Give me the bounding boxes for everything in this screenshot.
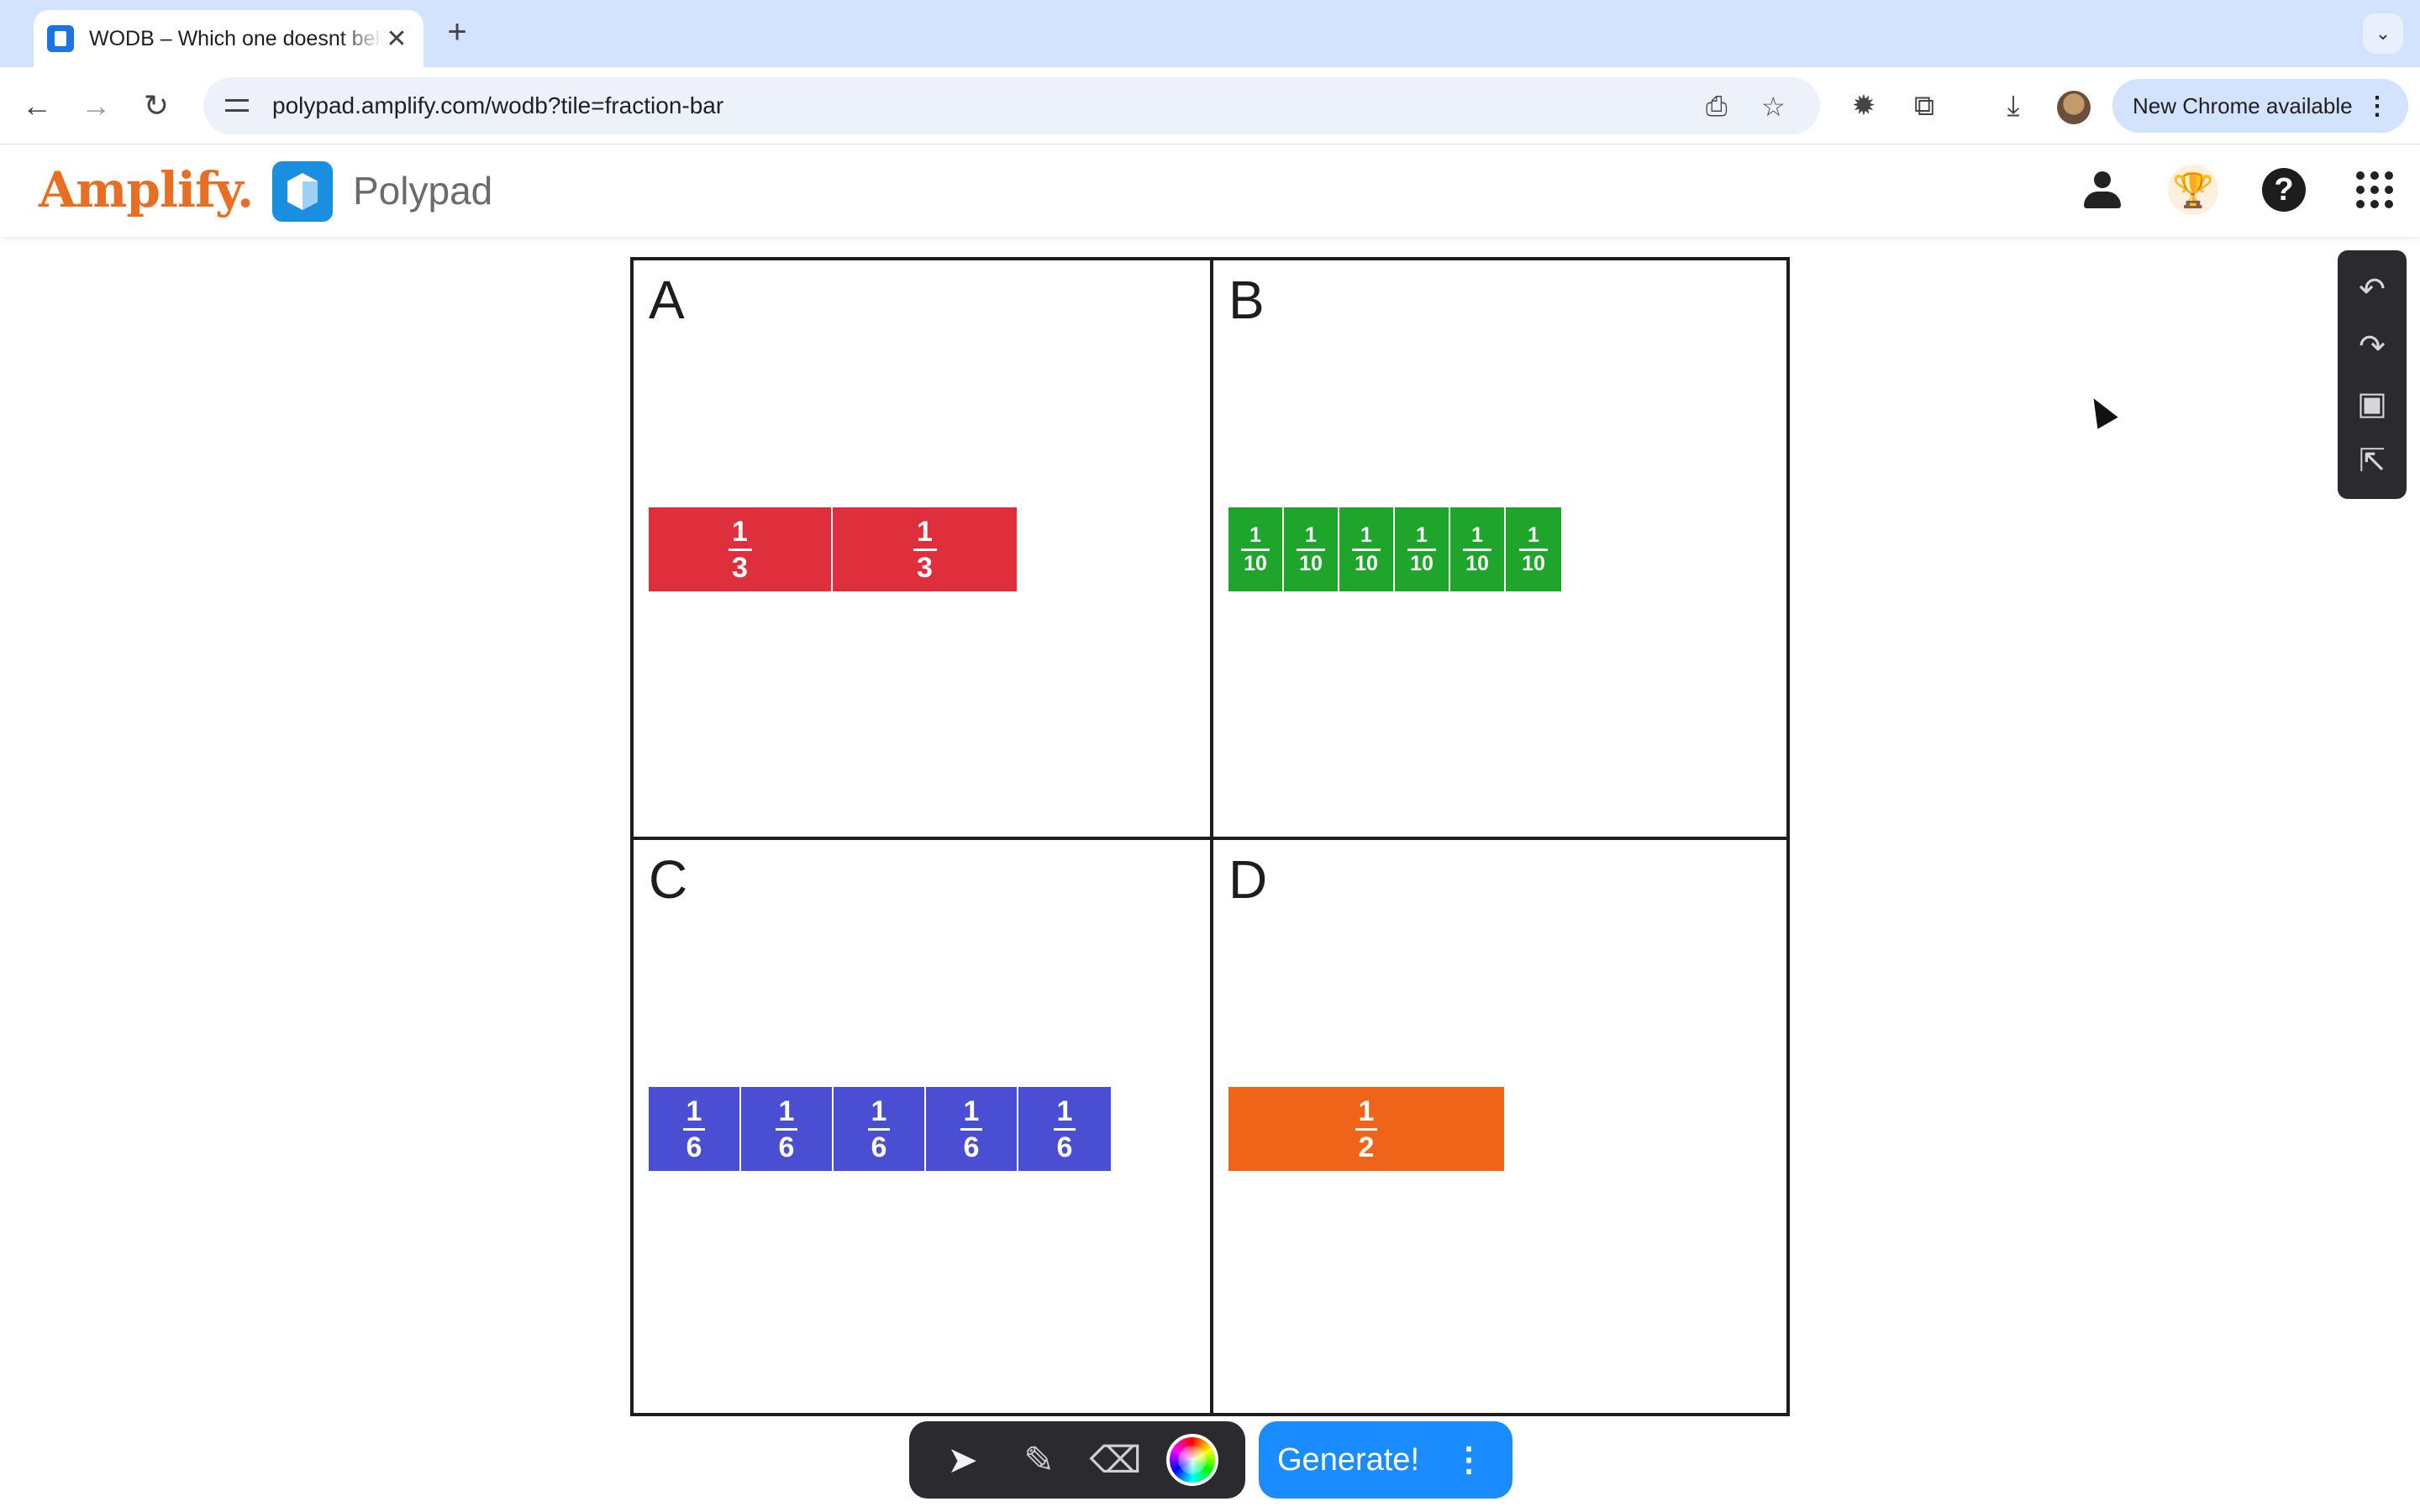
amplify-logo[interactable]: Amplify. (39, 161, 254, 218)
fraction-bar-tile[interactable]: 1 10 (1228, 507, 1284, 591)
quadrant-label: B (1228, 270, 1265, 330)
new-tab-button[interactable]: + (440, 13, 474, 51)
fraction-bar-tile[interactable]: 16 (834, 1087, 926, 1171)
fraction-bar-tile[interactable]: 1 10 (1339, 507, 1395, 591)
tab-search-chevron-icon[interactable]: ⌄ (2363, 13, 2403, 54)
polypad-favicon-icon (47, 25, 74, 52)
help-icon[interactable]: ? (2259, 165, 2309, 215)
fraction-bar-tile[interactable]: 1 10 (1395, 507, 1450, 591)
wodb-board: A 13 13 B 1 10 1 10 1 10 1 10 1 10 1 10 C 16 1… (630, 257, 1790, 1416)
close-tab-icon[interactable]: ✕ (383, 24, 410, 54)
chrome-update-button[interactable]: New Chrome available ⋮ (2112, 79, 2408, 133)
polypad-title[interactable]: Polypad (353, 168, 492, 213)
fraction-bar-tile[interactable]: 1 10 (1506, 507, 1561, 591)
bookmark-star-icon[interactable]: ☆ (1761, 91, 1786, 123)
quadrant-d[interactable]: D 12 (1212, 838, 1790, 1416)
site-info-icon[interactable] (224, 92, 250, 119)
redo-icon[interactable]: ↷ (2347, 318, 2397, 375)
color-picker-icon[interactable] (1165, 1434, 1218, 1486)
account-person-icon[interactable] (2077, 165, 2128, 215)
fraction-bar-tile[interactable]: 1 10 (1450, 507, 1506, 591)
fraction-bar-tile[interactable]: 12 (1228, 1087, 1504, 1171)
chrome-menu-icon[interactable]: ⋮ (2365, 92, 2390, 121)
chrome-update-label: New Chrome available (2133, 92, 2353, 118)
fraction-bar-group[interactable]: 13 13 (649, 507, 1017, 591)
browser-toolbar: ← → ↻ polypad.amplify.com/wodb?tile=frac… (0, 67, 2420, 144)
tab-title: WODB – Which one doesnt belong (89, 26, 383, 50)
quadrant-label: C (649, 849, 688, 910)
apps-grid-icon[interactable] (2349, 165, 2400, 215)
fraction-bar-tile[interactable]: 16 (741, 1087, 834, 1171)
fraction-bar-group[interactable]: 1 10 1 10 1 10 1 10 1 10 1 10 (1228, 507, 1561, 591)
pen-icon[interactable]: ✎ (1013, 1434, 1065, 1486)
address-bar[interactable]: polypad.amplify.com/wodb?tile=fraction-b… (203, 77, 1820, 134)
fraction-bar-tile[interactable]: 16 (1018, 1087, 1111, 1171)
eraser-icon[interactable]: ⌫ (1089, 1434, 1141, 1486)
undo-icon[interactable]: ↶ (2347, 260, 2397, 318)
app-header: Amplify. Polypad 🏆 ? (0, 144, 2420, 237)
generate-button[interactable]: Generate! ⋮ (1259, 1421, 1512, 1499)
drawing-toolbar: ➤ ✎ ⌫ (909, 1421, 1245, 1499)
fraction-bar-tile[interactable]: 16 (649, 1087, 741, 1171)
fraction-bar-group[interactable]: 16 16 16 16 16 (649, 1087, 1111, 1171)
select-pointer-icon[interactable]: ➤ (937, 1434, 989, 1486)
canvas-side-panel: ↶ ↷ ▣ ⇱ (2338, 250, 2407, 499)
browser-tab-strip: WODB – Which one doesnt belong ✕ + ⌄ (0, 0, 2420, 67)
fraction-bar-group[interactable]: 12 (1228, 1087, 1504, 1171)
fraction-bar-tile[interactable]: 13 (833, 507, 1017, 591)
quadrant-label: A (649, 270, 685, 330)
quadrant-c[interactable]: C 16 16 16 16 16 (634, 838, 1212, 1416)
polypad-logo-icon[interactable] (272, 161, 333, 222)
extensions-puzzle-icon[interactable]: ⧉ (1904, 86, 1944, 126)
mouse-cursor-icon (2083, 392, 2118, 429)
extension-gear-icon[interactable]: ✹ (1844, 86, 1884, 126)
browser-tab[interactable]: WODB – Which one doesnt belong ✕ (34, 10, 424, 67)
fraction-bar-tile[interactable]: 13 (649, 507, 833, 591)
trophy-icon[interactable]: 🏆 (2168, 165, 2218, 215)
reload-icon[interactable]: ↻ (136, 86, 176, 126)
quadrant-label: D (1228, 849, 1268, 910)
downloads-icon[interactable]: ⤓ (1993, 86, 2033, 126)
profile-avatar[interactable] (2057, 91, 2091, 124)
quadrant-a[interactable]: A 13 13 (634, 260, 1212, 838)
url-text: polypad.amplify.com/wodb?tile=fraction-b… (272, 92, 724, 118)
open-external-icon[interactable]: ⇱ (2347, 432, 2397, 489)
fraction-bar-tile[interactable]: 1 10 (1284, 507, 1339, 591)
install-app-icon[interactable]: ⎙ (1706, 91, 1728, 123)
forward-arrow-icon[interactable]: → (76, 86, 116, 126)
generate-label: Generate! (1277, 1441, 1419, 1478)
fraction-bar-tile[interactable]: 16 (926, 1087, 1018, 1171)
image-download-icon[interactable]: ▣ (2347, 375, 2397, 432)
quadrant-b[interactable]: B 1 10 1 10 1 10 1 10 1 10 1 10 (1212, 260, 1790, 838)
back-arrow-icon[interactable]: ← (17, 86, 57, 126)
more-options-icon[interactable]: ⋮ (1452, 1441, 1486, 1479)
